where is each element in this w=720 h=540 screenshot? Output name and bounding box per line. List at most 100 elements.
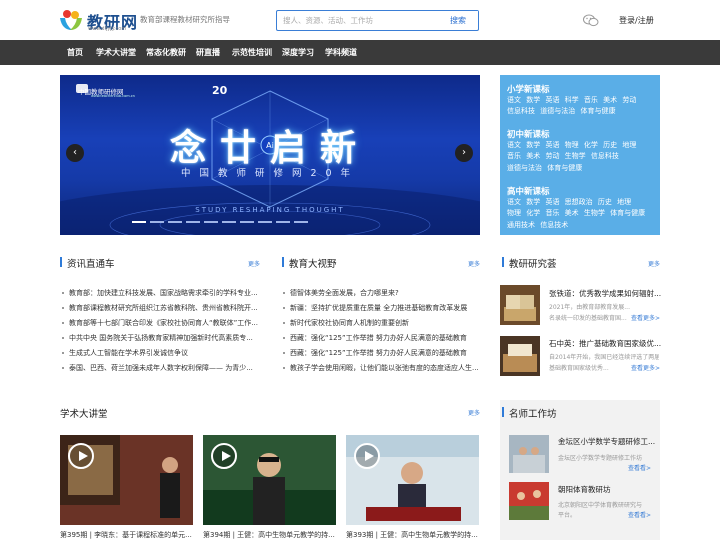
nav-routine-research[interactable]: 常态化教研 bbox=[146, 47, 186, 58]
carousel-dot[interactable] bbox=[240, 221, 254, 223]
lecture-section-title: 学术大讲堂 bbox=[60, 409, 108, 420]
teacher-workshop-panel: 名师工作坊 金坛区小学数学专题研修工... 金坛区小学数学专题研修工作坊 查看看… bbox=[500, 400, 660, 540]
nav-lecture[interactable]: 学术大讲堂 bbox=[96, 47, 136, 58]
lecture-caption[interactable]: 第393期 | 王健：高中生物单元教学的持... bbox=[346, 530, 478, 540]
category-links[interactable]: 语文 数学 英语 科学 音乐 美术 劳动 bbox=[507, 95, 636, 105]
vision-item[interactable]: 西藏：强化“125”工作举措 努力办好人民满意的基础教育 bbox=[283, 333, 480, 343]
nav-deep-learning[interactable]: 深度学习 bbox=[282, 47, 314, 58]
vision-item[interactable]: 德智体美劳全面发展，合力哪里来? bbox=[283, 288, 480, 298]
vision-item[interactable]: 新疆：坚持扩优提质重在质量 全力推进基础教育改革发展 bbox=[283, 303, 480, 313]
workshop-thumbnail[interactable] bbox=[509, 482, 549, 520]
category-links[interactable]: 物理 化学 音乐 美术 生物学 体育与健康 bbox=[507, 208, 645, 218]
workshop-thumbnail[interactable] bbox=[509, 435, 549, 473]
lecture-card[interactable] bbox=[203, 435, 336, 525]
research-thumbnail[interactable] bbox=[500, 285, 540, 325]
news-item[interactable]: 教育部课程教材研究所组织江苏省教科院、贵州省教科院开... bbox=[62, 303, 262, 313]
carousel-dot[interactable] bbox=[294, 221, 308, 223]
search-box: 搜索 bbox=[276, 10, 479, 31]
nav-home[interactable]: 首页 bbox=[67, 47, 83, 58]
carousel-dot[interactable] bbox=[204, 221, 218, 223]
banner-anniversary-badge: 20 bbox=[212, 84, 228, 97]
workshop-item-more[interactable]: 查看看> bbox=[628, 463, 651, 472]
news-more-link[interactable]: 更多 bbox=[248, 259, 260, 268]
vision-section-title: 教育大视野 bbox=[289, 259, 337, 270]
workshop-item-more[interactable]: 查看看> bbox=[628, 510, 651, 519]
research-item-title[interactable]: 张铁道：优秀教学成果如何辐射... bbox=[549, 288, 661, 299]
category-links[interactable]: 信息科技 道德与法治 体育与健康 bbox=[507, 106, 615, 116]
workshop-image bbox=[509, 435, 549, 473]
carousel-dot[interactable] bbox=[132, 221, 146, 223]
play-icon[interactable] bbox=[211, 443, 237, 469]
header: 教研网 www.dljyjy.com 教育部课程教材研究所指导 搜索 登录/注册 bbox=[0, 0, 720, 40]
vision-item[interactable]: 教孩子学会使用闲暇，让他们能以张弛有度的态度适应人生... bbox=[283, 363, 480, 373]
banner-title: 念廿启新 bbox=[169, 128, 370, 169]
news-item[interactable]: 中共中央 国务院关于弘扬教育家精神加强新时代高素质专... bbox=[62, 333, 262, 343]
nav-training[interactable]: 示范性培训 bbox=[232, 47, 272, 58]
logo-url: www.dljyjy.com bbox=[88, 26, 127, 32]
nav-live[interactable]: 研直播 bbox=[196, 47, 220, 58]
news-section-title: 资讯直通车 bbox=[67, 259, 115, 270]
research-item-more[interactable]: 查看更多> bbox=[631, 313, 660, 322]
lecture-caption[interactable]: 第395期 | 李晓东：基于课程标准的单元... bbox=[60, 530, 192, 540]
teacher-section-title: 名师工作坊 bbox=[509, 409, 557, 420]
lecture-caption[interactable]: 第394期 | 王健：高中生物单元教学的持... bbox=[203, 530, 335, 540]
category-links[interactable]: 通用技术 信息技术 bbox=[507, 220, 568, 230]
research-thumbnail[interactable] bbox=[500, 336, 540, 376]
banner-next-button[interactable]: › bbox=[455, 144, 473, 162]
category-links[interactable]: 语文 数学 英语 物理 化学 历史 地理 bbox=[507, 140, 636, 150]
wechat-icon[interactable] bbox=[583, 14, 599, 27]
news-item[interactable]: 泰国、巴西、荷兰加强未成年人数字权利保障—— 为青少... bbox=[62, 363, 262, 373]
research-item-more[interactable]: 查看更多> bbox=[631, 363, 660, 372]
book-image bbox=[500, 336, 540, 376]
logo-icon[interactable] bbox=[58, 8, 84, 32]
carousel-dot[interactable] bbox=[168, 221, 182, 223]
research-item-title[interactable]: 石中英：推广基础教育国家级优... bbox=[549, 338, 661, 349]
lecture-more-link[interactable]: 更多 bbox=[468, 408, 480, 417]
category-links[interactable]: 音乐 美术 劳动 生物学 信息科技 bbox=[507, 151, 619, 161]
category-links[interactable]: 道德与法治 体育与健康 bbox=[507, 163, 582, 173]
vision-item[interactable]: 新时代家校社协同育人机制的重要创新 bbox=[283, 318, 480, 328]
carousel-dot[interactable] bbox=[258, 221, 272, 223]
research-item-desc: 基础教育国家级优秀... bbox=[549, 365, 609, 372]
carousel-dot[interactable] bbox=[222, 221, 236, 223]
banner-org-url: www.teacherclub.com.cn bbox=[91, 94, 135, 98]
banner-subtitle: 中国教师研修网20年 bbox=[180, 168, 360, 179]
news-item[interactable]: 教育部：加快建立科技发展、国家战略需求牵引的学科专业... bbox=[62, 288, 262, 298]
nav-subject-channel[interactable]: 学科频道 bbox=[325, 47, 357, 58]
play-icon[interactable] bbox=[354, 443, 380, 469]
vision-item[interactable]: 西藏：强化“125”工作举措 努力办好人民满意的基础教育 bbox=[283, 348, 480, 358]
research-more-link[interactable]: 更多 bbox=[648, 259, 660, 268]
section-marker bbox=[60, 257, 62, 267]
lecture-card[interactable] bbox=[60, 435, 193, 525]
news-item[interactable]: 教育部等十七部门联合印发《家校社协同育人“教联体”工作... bbox=[62, 318, 262, 328]
lecture-card[interactable] bbox=[346, 435, 479, 525]
workshop-item-title[interactable]: 金坛区小学数学专题研修工... bbox=[558, 436, 655, 447]
category-heading-senior[interactable]: 高中新课标 bbox=[507, 185, 550, 197]
workshop-item-desc: 金坛区小学数学专题研修工作坊 bbox=[558, 455, 643, 462]
news-item[interactable]: 生成式人工智能在学术界引发诚信争议 bbox=[62, 348, 262, 358]
carousel-dot[interactable] bbox=[276, 221, 290, 223]
book-image bbox=[500, 285, 540, 325]
research-item-desc: 2021年，由教育部教育发展... bbox=[549, 304, 630, 311]
login-register-link[interactable]: 登录/注册 bbox=[619, 15, 654, 26]
search-input[interactable] bbox=[283, 13, 433, 28]
banner-prev-button[interactable]: ‹ bbox=[66, 144, 84, 162]
carousel-dot[interactable] bbox=[150, 221, 164, 223]
search-button[interactable]: 搜索 bbox=[438, 11, 478, 29]
section-marker bbox=[502, 257, 504, 267]
workshop-item-title[interactable]: 朝阳体育教研坊 bbox=[558, 484, 611, 495]
curriculum-panel: 小学新课标 语文 数学 英语 科学 音乐 美术 劳动 信息科技 道德与法治 体育… bbox=[500, 75, 660, 235]
carousel-dot[interactable] bbox=[186, 221, 200, 223]
category-heading-junior[interactable]: 初中新课标 bbox=[507, 128, 550, 140]
category-heading-primary[interactable]: 小学新课标 bbox=[507, 83, 550, 95]
banner-carousel[interactable]: Ai 中国教师研修网 www.teacherclub.com.cn 20 念廿启… bbox=[60, 75, 480, 235]
category-links[interactable]: 语文 数学 英语 思想政治 历史 地理 bbox=[507, 197, 631, 207]
workshop-item-desc: 北京朝阳区中学体育教研研究与 bbox=[558, 502, 643, 509]
play-icon[interactable] bbox=[68, 443, 94, 469]
main-nav: 首页 学术大讲堂 常态化教研 研直播 示范性培训 深度学习 学科频道 bbox=[0, 40, 720, 65]
vision-more-link[interactable]: 更多 bbox=[468, 259, 480, 268]
site-slogan: 教育部课程教材研究所指导 bbox=[140, 15, 230, 24]
workshop-item-desc: 平台。 bbox=[558, 512, 577, 519]
banner-tagline: STUDY RESHAPING THOUGHT bbox=[195, 206, 345, 214]
section-marker bbox=[282, 257, 284, 267]
